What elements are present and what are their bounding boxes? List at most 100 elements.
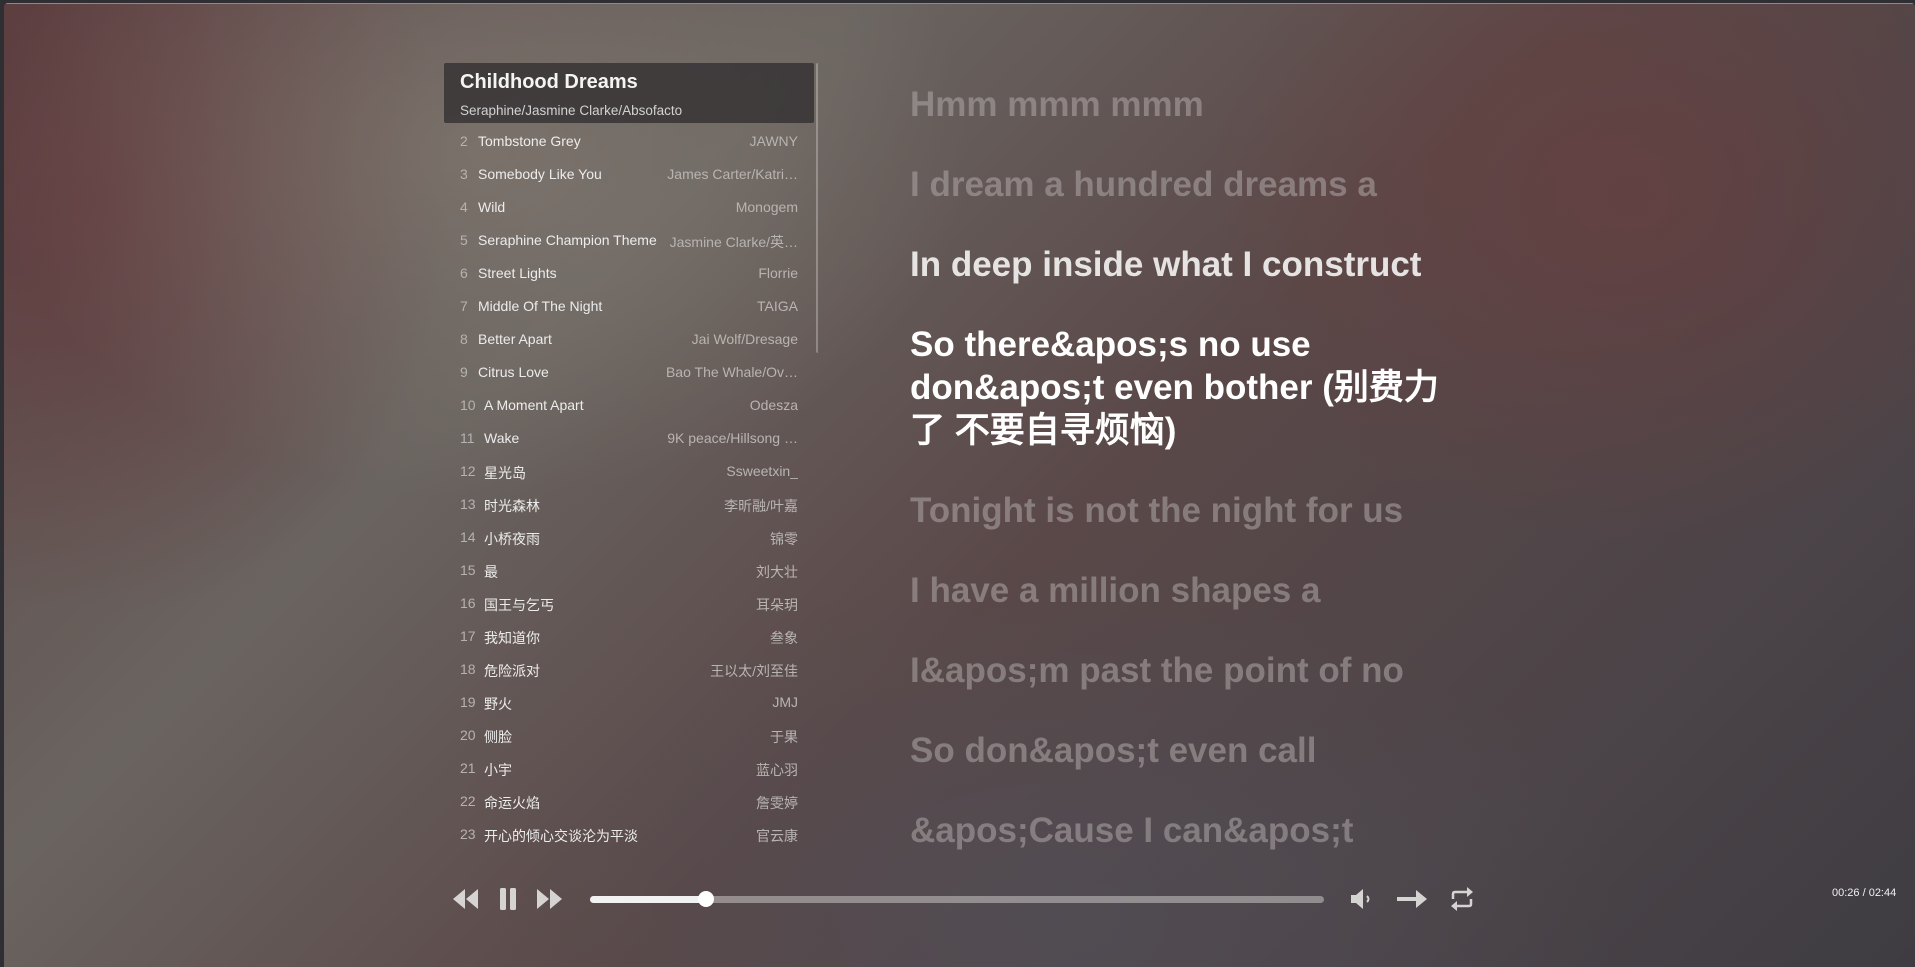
track-number: 11: [460, 430, 475, 446]
lyric-line[interactable]: I have a million shapes a: [910, 569, 1470, 612]
track-artist: Jasmine Clarke/英…: [669, 234, 798, 250]
track-number: 2: [460, 133, 468, 149]
track-number: 12: [460, 463, 476, 479]
track-item[interactable]: 22 命运火焰 詹雯婷: [444, 785, 814, 818]
track-item[interactable]: 7 Middle Of The Night TAIGA: [444, 290, 814, 323]
track-number: 6: [460, 265, 468, 281]
track-list: 2 Tombstone Grey JAWNY 3 Somebody Like You Ja…: [444, 125, 814, 851]
track-number: 4: [460, 199, 468, 215]
pause-button[interactable]: [492, 883, 524, 915]
play-mode-button[interactable]: [1396, 883, 1428, 915]
time-display: 00:26 / 02:44: [1832, 887, 1897, 899]
track-item[interactable]: 9 Citrus Love Bao The Whale/Ov…: [444, 356, 814, 389]
track-item[interactable]: 19 野火 JMJ: [444, 686, 814, 719]
track-number: 14: [460, 529, 476, 545]
track-number: 7: [460, 298, 468, 314]
track-item[interactable]: 2 Tombstone Grey JAWNY: [444, 125, 814, 158]
track-artist: Jai Wolf/Dresage: [691, 331, 798, 347]
volume-icon: [1351, 889, 1370, 909]
track-artist: Ssweetxin_: [726, 463, 798, 479]
progress-bar[interactable]: 00:26 / 02:44: [590, 887, 1896, 907]
track-item[interactable]: 17 我知道你 叁象: [444, 620, 814, 653]
lyrics-panel: Hmm mmm mmm I dream a hundred dreams a In …: [910, 83, 1470, 852]
track-number: 21: [460, 760, 476, 776]
track-item[interactable]: 18 危险派对 王以太/刘至佳: [444, 653, 814, 686]
track-title: A Moment Apart: [484, 397, 584, 413]
track-artist: 锦零: [770, 531, 798, 547]
track-item[interactable]: 23 开心的倾心交谈沦为平淡 官云康: [444, 818, 814, 851]
track-title: 小宇: [484, 762, 512, 778]
lyric-line[interactable]: &apos;Cause I can&apos;t: [910, 809, 1470, 852]
track-number: 16: [460, 595, 476, 611]
track-number: 8: [460, 331, 468, 347]
lyric-line[interactable]: Hmm mmm mmm: [910, 83, 1470, 126]
track-title: Street Lights: [478, 265, 557, 281]
track-item[interactable]: 10 A Moment Apart Odesza: [444, 389, 814, 422]
track-artist: 詹雯婷: [756, 795, 798, 811]
track-number: 9: [460, 364, 468, 380]
track-item[interactable]: 8 Better Apart Jai Wolf/Dresage: [444, 323, 814, 356]
track-number: 17: [460, 628, 476, 644]
track-artist: JAWNY: [749, 133, 798, 149]
track-title: 我知道你: [484, 630, 540, 646]
track-artist: 耳朵玥: [756, 597, 798, 613]
previous-button[interactable]: [450, 883, 482, 915]
lyric-line[interactable]: In deep inside what I construct: [910, 243, 1470, 286]
track-artist: Monogem: [735, 199, 798, 215]
next-button[interactable]: [533, 883, 565, 915]
track-number: 5: [460, 232, 468, 248]
track-artist: 蓝心羽: [756, 762, 798, 778]
track-title: Citrus Love: [478, 364, 549, 380]
track-item[interactable]: 11 Wake 9K peace/Hillsong …: [444, 422, 814, 455]
lyric-line-active[interactable]: So there&apos;s no use don&apos;t even b…: [910, 323, 1470, 452]
track-number: 22: [460, 793, 476, 809]
track-title: 星光岛: [484, 465, 526, 481]
now-playing-title: Childhood Dreams: [460, 71, 638, 93]
progress-fill: [590, 896, 706, 903]
track-item[interactable]: 14 小桥夜雨 锦零: [444, 521, 814, 554]
track-title: Wild: [478, 199, 506, 215]
track-title: Somebody Like You: [478, 166, 602, 182]
track-number: 3: [460, 166, 468, 182]
track-artist: Florrie: [758, 265, 798, 281]
repeat-button[interactable]: [1446, 883, 1478, 915]
track-artist: 叁象: [770, 630, 798, 646]
track-item[interactable]: 13 时光森林 李昕融/叶嘉: [444, 488, 814, 521]
track-item[interactable]: 5 Seraphine Champion Theme Jasmine Clarke/…: [444, 224, 814, 257]
track-title: 开心的倾心交谈沦为平淡: [484, 828, 638, 844]
track-title: 危险派对: [484, 663, 540, 679]
track-item[interactable]: 3 Somebody Like You James Carter/Katri…: [444, 158, 814, 191]
player-window: Childhood Dreams Seraphine/Jasmine Clark…: [4, 3, 1915, 967]
volume-button[interactable]: [1346, 883, 1378, 915]
arrow-right-icon: [1397, 890, 1427, 908]
lyric-line[interactable]: Tonight is not the night for us: [910, 489, 1470, 532]
track-title: 小桥夜雨: [484, 531, 540, 547]
progress-knob[interactable]: [697, 891, 714, 907]
track-number: 13: [460, 496, 476, 512]
track-number: 19: [460, 694, 476, 710]
playlist-panel: Childhood Dreams Seraphine/Jasmine Clark…: [444, 63, 818, 867]
track-item[interactable]: 15 最 刘大壮: [444, 554, 814, 587]
now-playing-header[interactable]: Childhood Dreams Seraphine/Jasmine Clark…: [444, 63, 814, 123]
track-title: 命运火焰: [484, 795, 540, 811]
track-artist: 刘大壮: [756, 564, 798, 580]
track-title: Wake: [484, 430, 520, 446]
track-item[interactable]: 20 侧脸 于果: [444, 719, 814, 752]
track-artist: James Carter/Katri…: [667, 166, 798, 182]
track-item[interactable]: 21 小宇 蓝心羽: [444, 752, 814, 785]
lyric-line[interactable]: I dream a hundred dreams a: [910, 163, 1470, 206]
track-item[interactable]: 4 Wild Monogem: [444, 191, 814, 224]
track-item[interactable]: 6 Street Lights Florrie: [444, 257, 814, 290]
lyric-line[interactable]: I&apos;m past the point of no: [910, 649, 1470, 692]
pause-icon: [500, 888, 516, 910]
track-title: Tombstone Grey: [478, 133, 581, 149]
track-title: 时光森林: [484, 498, 540, 514]
track-title: 侧脸: [484, 729, 512, 745]
lyric-line[interactable]: So don&apos;t even call: [910, 729, 1470, 772]
track-artist: 李昕融/叶嘉: [724, 498, 798, 514]
track-title: Seraphine Champion Theme: [478, 232, 657, 248]
track-number: 15: [460, 562, 476, 578]
track-item[interactable]: 16 国王与乞丐 耳朵玥: [444, 587, 814, 620]
playlist-scrollbar[interactable]: [816, 63, 818, 353]
track-item[interactable]: 12 星光岛 Ssweetxin_: [444, 455, 814, 488]
